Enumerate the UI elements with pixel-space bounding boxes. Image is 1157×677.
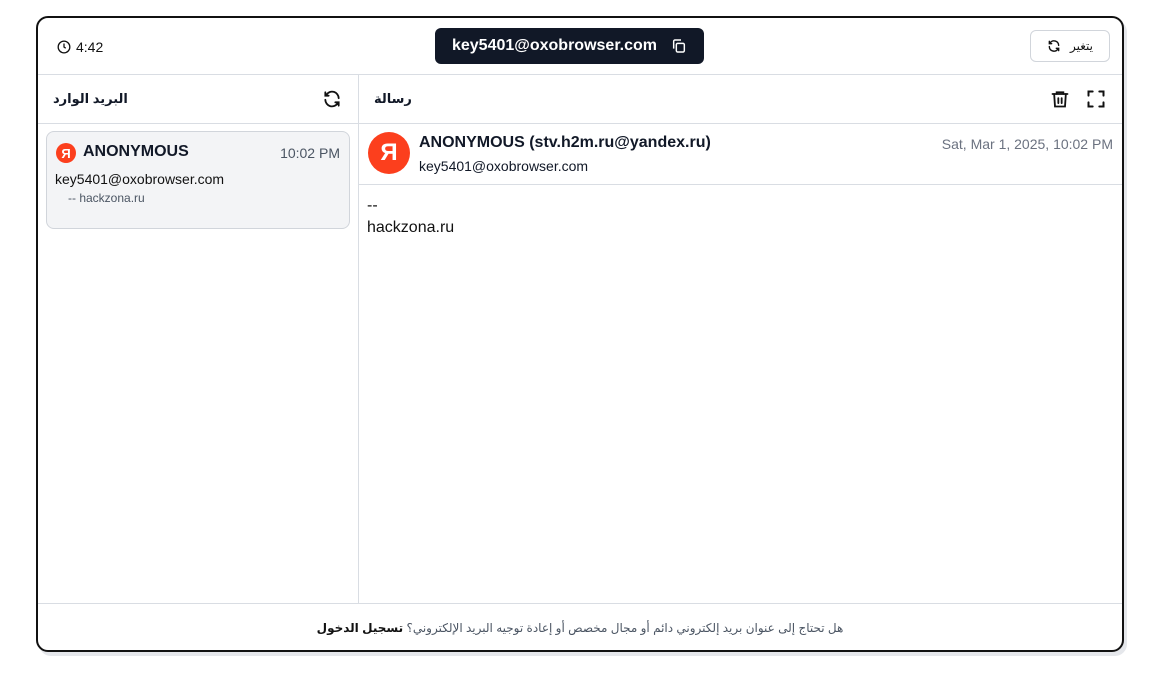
inbox-title: البريد الوارد xyxy=(53,91,128,106)
refresh-icon[interactable] xyxy=(322,89,342,109)
message-body: -- hackzona.ru xyxy=(367,195,454,239)
body-text: hackzona.ru xyxy=(367,219,455,236)
recipient-address: key5401@oxobrowser.com xyxy=(419,158,589,174)
message-time: 10:02 PM xyxy=(280,145,340,161)
sender-avatar: Я xyxy=(56,143,76,163)
inbox-pane: البريد الوارد Я ANONYMOUS 10:02 PM key54… xyxy=(38,75,359,603)
timer: 4:42 xyxy=(57,39,103,55)
message-pane-title: رسالة xyxy=(374,91,412,106)
login-link[interactable]: تسجيل الدخول xyxy=(317,621,403,635)
change-email-button[interactable]: يتغير xyxy=(1030,30,1110,62)
copy-email-button[interactable]: key5401@oxobrowser.com xyxy=(435,28,704,64)
clock-icon xyxy=(57,40,71,54)
copy-icon xyxy=(672,39,686,53)
sender-name: ANONYMOUS (stv.h2m.ru@yandex.ru) xyxy=(419,134,711,151)
footer: هل تحتاج إلى عنوان بريد إلكتروني دائم أو… xyxy=(38,603,1122,650)
footer-text: هل تحتاج إلى عنوان بريد إلكتروني دائم أو… xyxy=(406,620,844,635)
change-email-label: يتغير xyxy=(1070,39,1093,53)
app-frame: 4:42 key5401@oxobrowser.com يتغير البريد… xyxy=(36,16,1124,652)
top-bar: 4:42 key5401@oxobrowser.com يتغير xyxy=(38,18,1122,75)
message-pane: رسالة Я ANONYMOUS (stv.h2m.ru@yandex.ru)… xyxy=(359,75,1122,603)
timer-text: 4:42 xyxy=(76,39,104,55)
refresh-icon xyxy=(1048,40,1060,52)
message-snippet: -- hackzona.ru xyxy=(68,191,145,205)
recipient-address: key5401@oxobrowser.com xyxy=(55,171,225,187)
message-meta: Я ANONYMOUS (stv.h2m.ru@yandex.ru) key54… xyxy=(359,124,1122,185)
sender-avatar: Я xyxy=(368,132,410,174)
sender-name: ANONYMOUS xyxy=(83,143,189,160)
list-item[interactable]: Я ANONYMOUS 10:02 PM key5401@oxobrowser.… xyxy=(46,131,350,229)
trash-icon[interactable] xyxy=(1050,89,1070,109)
expand-icon[interactable] xyxy=(1086,89,1106,109)
body-separator: -- xyxy=(367,197,378,214)
footer-text-wrap: هل تحتاج إلى عنوان بريد إلكتروني دائم أو… xyxy=(317,621,844,635)
message-header: رسالة xyxy=(359,75,1122,124)
message-date: Sat, Mar 1, 2025, 10:02 PM xyxy=(941,136,1113,152)
inbox-header: البريد الوارد xyxy=(38,75,358,124)
email-address: key5401@oxobrowser.com xyxy=(451,37,658,54)
